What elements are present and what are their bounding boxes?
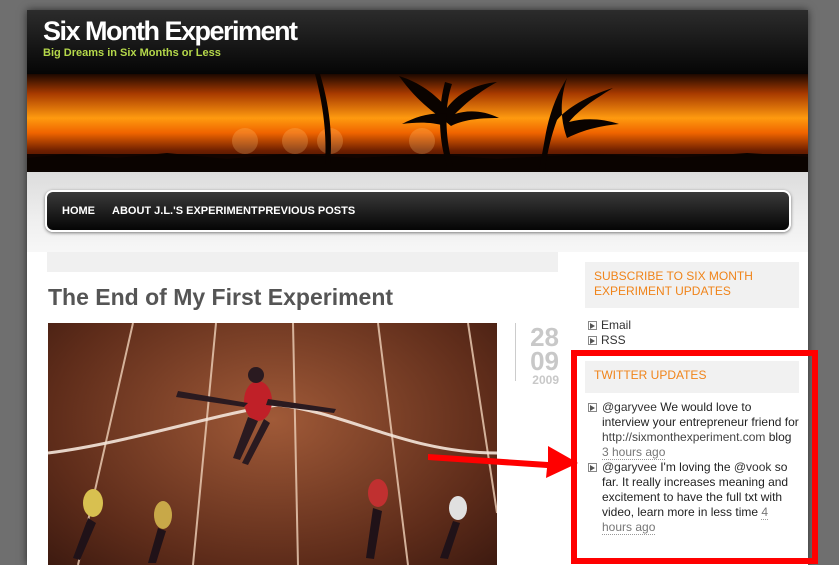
annotation-arrow-icon	[428, 446, 578, 478]
